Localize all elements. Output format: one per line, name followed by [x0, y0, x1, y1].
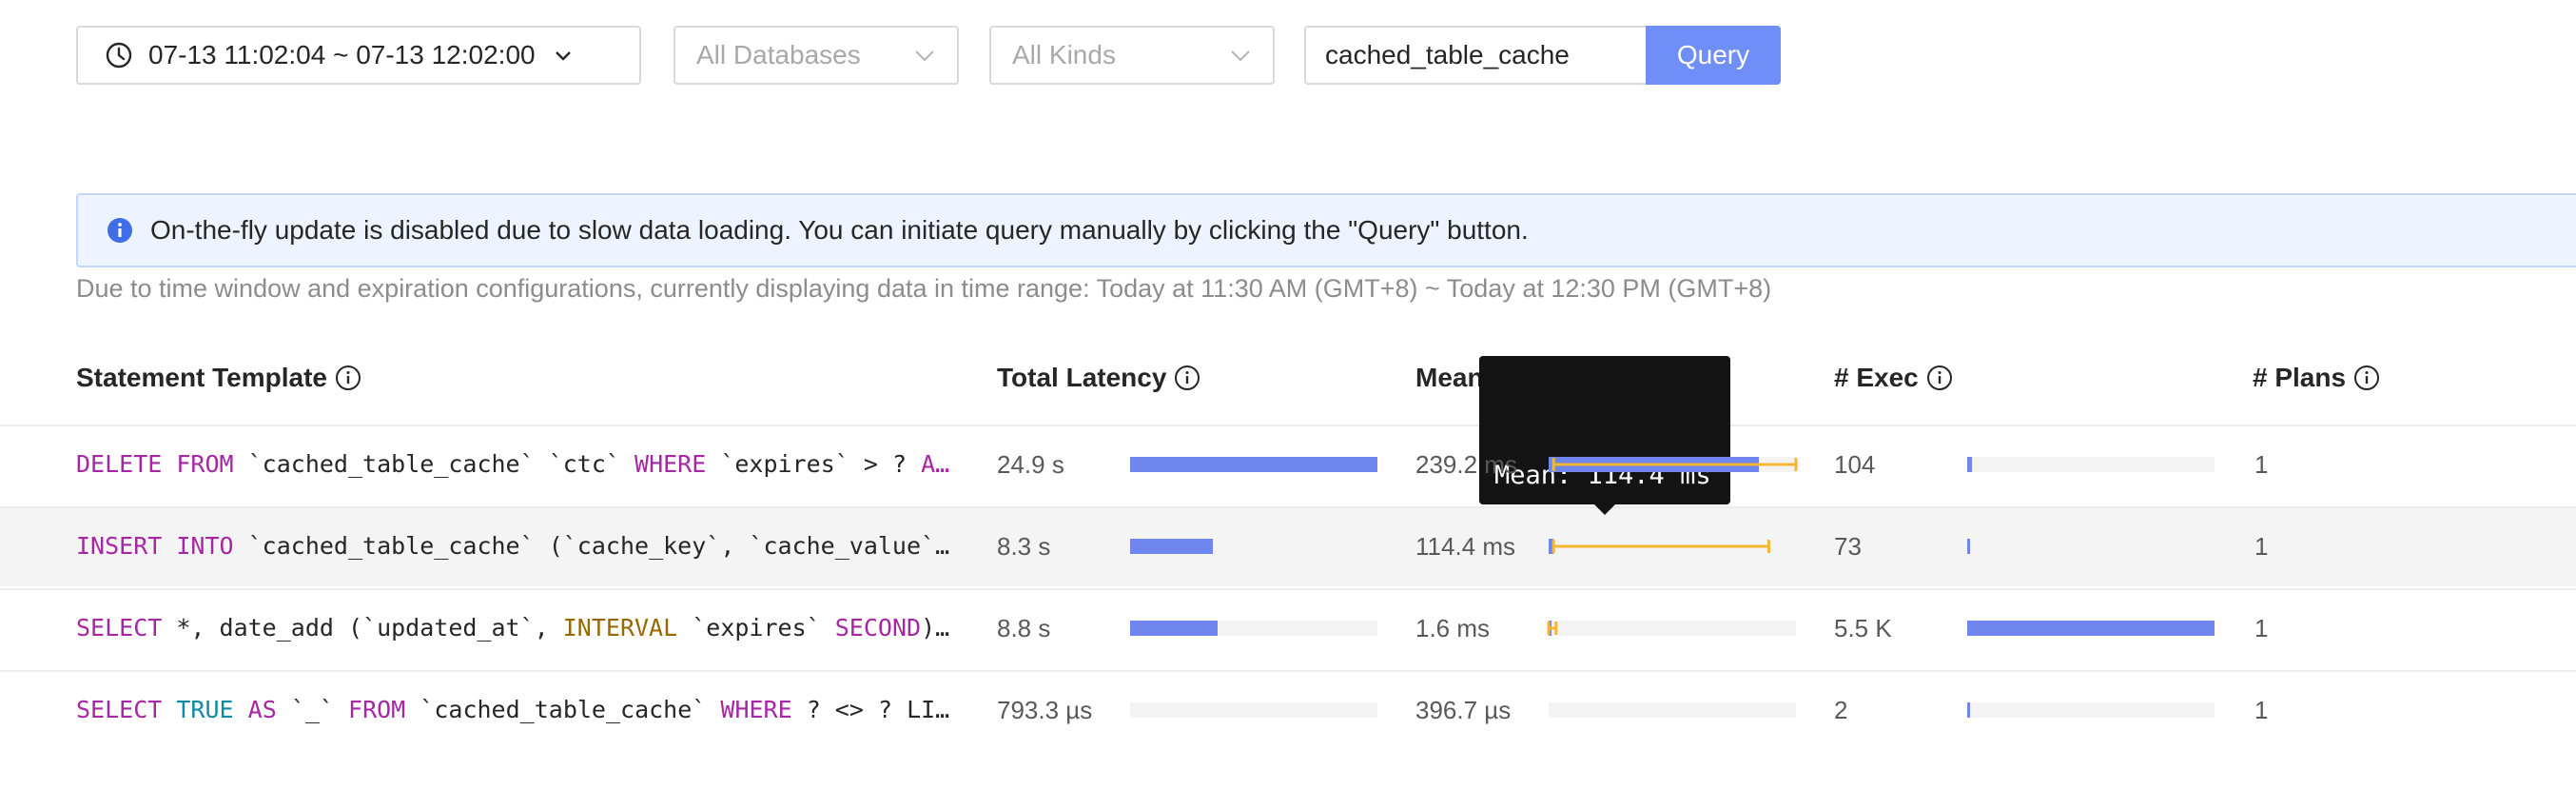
mean-latency-bar[interactable] — [1549, 539, 1796, 554]
exec-count-value: 73 — [1834, 532, 1862, 561]
mean-latency-bar[interactable] — [1549, 702, 1796, 718]
exec-count-bar — [1967, 539, 2215, 554]
sql-token: WHERE — [720, 696, 792, 723]
exec-count-bar — [1967, 702, 2215, 718]
sql-token: *, date_add (`updated_at`, — [162, 614, 563, 642]
total-latency-bar — [1130, 702, 1377, 718]
sql-token: `cached_table_cache` (`cache_key`, `cach… — [233, 532, 950, 560]
sql-token: DELETE FROM — [76, 450, 234, 478]
sql-token: `expires` > ? — [706, 450, 922, 478]
exec-count-value: 5.5 K — [1834, 614, 1892, 642]
sql-token: ? <> ? LI… — [791, 696, 950, 723]
total-latency-bar-fill — [1130, 457, 1377, 472]
latency-range-line — [1551, 458, 1798, 471]
exec-count-value: 104 — [1834, 450, 1876, 479]
exec-count-bar-fill — [1967, 702, 1970, 718]
column-header-total-latency-label: Total Latency — [997, 363, 1167, 392]
chevron-down-icon — [555, 51, 571, 61]
mean-latency-value: 114.4 ms — [1415, 532, 1516, 561]
info-circle-icon[interactable] — [1174, 365, 1200, 391]
column-header-template-label: Statement Template — [76, 363, 327, 392]
kind-select-placeholder: All Kinds — [1012, 40, 1116, 69]
chevron-down-icon — [1231, 50, 1250, 62]
search-input[interactable] — [1304, 26, 1647, 85]
total-latency-bar — [1130, 457, 1377, 472]
mean-latency-value: 239.2 ms — [1415, 450, 1517, 479]
statement-template[interactable]: INSERT INTO `cached_table_cache` (`cache… — [76, 532, 956, 560]
exec-count-value: 2 — [1834, 696, 1848, 724]
mean-latency-value: 396.7 µs — [1415, 696, 1512, 724]
exec-count-bar-fill — [1967, 457, 1972, 472]
total-latency-bar-fill — [1130, 621, 1218, 636]
mean-latency-bar[interactable] — [1549, 457, 1798, 472]
alert-message: On-the-fly update is disabled due to slo… — [150, 215, 1529, 245]
info-icon — [107, 218, 132, 243]
exec-count-bar — [1967, 621, 2215, 636]
total-latency-bar — [1130, 539, 1377, 554]
chevron-down-icon — [915, 50, 934, 62]
sql-token: SELECT — [76, 696, 163, 723]
column-header-plans-label: # Plans — [2253, 363, 2347, 392]
tooltip-arrow — [1593, 504, 1616, 515]
sql-token: SELECT — [76, 614, 163, 642]
info-alert: On-the-fly update is disabled due to slo… — [76, 193, 2576, 267]
statement-template[interactable]: SELECT *, date_add (`updated_at`, INTERV… — [76, 614, 956, 642]
sql-token: SECOND — [834, 614, 922, 642]
clock-icon — [106, 42, 132, 69]
column-header-exec-label: # Exec — [1834, 363, 1919, 392]
query-button[interactable]: Query — [1646, 26, 1781, 85]
sql-token: INTERVAL — [562, 614, 678, 642]
mean-latency-bar[interactable] — [1547, 621, 1796, 636]
statement-template[interactable]: SELECT TRUE AS `_` FROM `cached_table_ca… — [76, 696, 956, 723]
total-latency-value: 24.9 s — [997, 450, 1064, 479]
sql-token: `cached_table_cache` `ctc` — [233, 450, 635, 478]
sql-token: A… — [921, 450, 950, 478]
sql-token: )… — [921, 614, 950, 642]
info-circle-icon[interactable] — [1926, 365, 1953, 391]
latency-range-line — [1547, 622, 1558, 635]
column-header-plans[interactable]: # Plans — [2253, 363, 2380, 393]
latency-tooltip: Mean: 114.4 ms Min: 3.6 ms Max: 2.7 s — [1479, 356, 1730, 741]
exec-count-bar-fill — [1967, 621, 2215, 636]
total-latency-value: 8.3 s — [997, 532, 1051, 561]
total-latency-bar — [1130, 621, 1377, 636]
sql-token: WHERE — [634, 450, 707, 478]
exec-count-bar — [1967, 457, 2215, 472]
mean-latency-value: 1.6 ms — [1415, 614, 1491, 642]
kind-select[interactable]: All Kinds — [989, 26, 1275, 85]
sql-token: TRUE — [176, 696, 234, 723]
total-latency-bar-fill — [1130, 539, 1213, 554]
tooltip-min: Min: 3.6 ms — [1494, 586, 1681, 616]
plans-count-value: 1 — [2254, 450, 2269, 479]
sql-token: `cached_table_cache` — [405, 696, 721, 723]
info-circle-icon[interactable] — [335, 365, 361, 391]
statement-template[interactable]: DELETE FROM `cached_table_cache` `ctc` W… — [76, 450, 956, 478]
exec-count-bar-fill — [1967, 539, 1971, 554]
sql-token: FROM — [348, 696, 406, 723]
column-header-exec[interactable]: # Exec — [1834, 363, 1953, 393]
time-range-value: 07-13 11:02:04 ~ 07-13 12:02:00 — [148, 40, 536, 69]
sql-token: AS — [247, 696, 277, 723]
latency-range-line — [1551, 540, 1770, 553]
column-header-total-latency[interactable]: Total Latency — [997, 363, 1200, 393]
time-range-picker[interactable]: 07-13 11:02:04 ~ 07-13 12:02:00 — [76, 26, 641, 85]
column-header-template[interactable]: Statement Template — [76, 363, 361, 393]
database-select[interactable]: All Databases — [673, 26, 959, 85]
sql-token: `expires` — [677, 614, 835, 642]
total-latency-value: 8.8 s — [997, 614, 1051, 642]
total-latency-value: 793.3 µs — [997, 696, 1093, 724]
plans-count-value: 1 — [2254, 696, 2269, 724]
sql-token: INSERT INTO — [76, 532, 234, 560]
sql-token: `_` — [276, 696, 349, 723]
time-range-note: Due to time window and expiration config… — [76, 274, 1772, 303]
plans-count-value: 1 — [2254, 614, 2269, 642]
database-select-placeholder: All Databases — [696, 40, 861, 69]
plans-count-value: 1 — [2254, 532, 2269, 561]
info-circle-icon[interactable] — [2353, 365, 2380, 391]
